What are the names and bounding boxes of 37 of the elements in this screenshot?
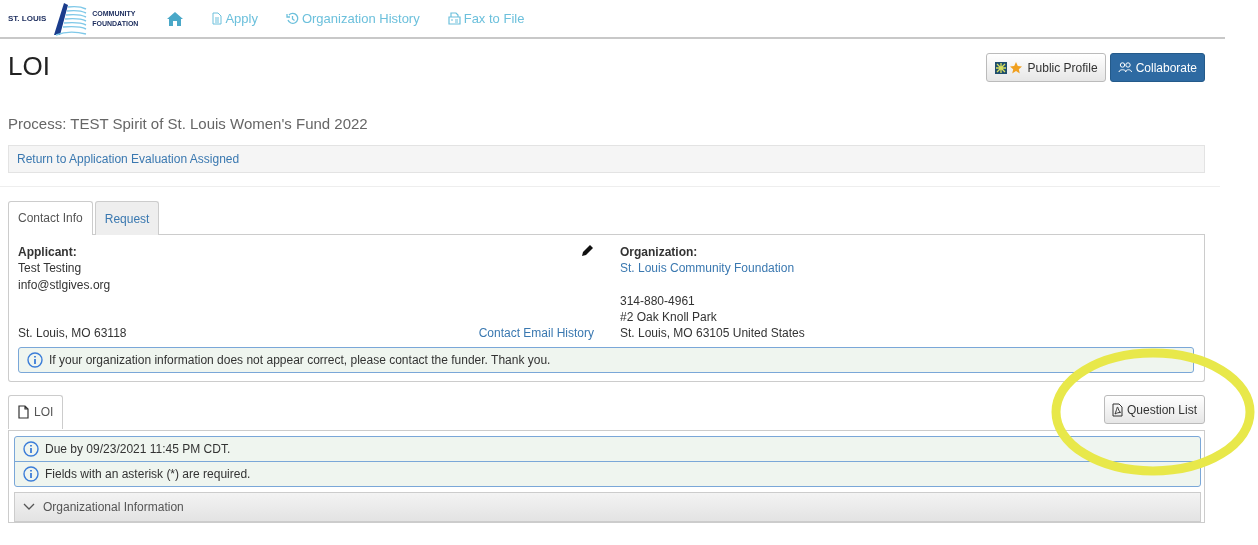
applicant-address: St. Louis, MO 63118 [18, 324, 127, 342]
pencil-icon[interactable] [580, 244, 594, 258]
organization-phone: 314-880-4961 [620, 292, 696, 309]
email-history-link[interactable]: Contact Email History [478, 324, 594, 342]
accordion-header[interactable]: Organizational Information [14, 492, 1201, 523]
field-label: Applicant: [18, 244, 77, 261]
home-icon[interactable] [166, 10, 185, 27]
file-icon [18, 405, 29, 420]
tab[interactable]: Contact Info [8, 201, 93, 235]
applicant-name: Test Testing [18, 260, 82, 277]
chevron-icon [23, 503, 35, 512]
info-icon [23, 466, 39, 483]
fax-icon [447, 12, 461, 25]
process-text: Process: TEST Spirit of St. Louis Women's Fund 2022 [8, 115, 369, 132]
return-link[interactable]: Return to Application Evaluation Assigned [17, 152, 240, 166]
public-profile-button[interactable]: Public Profile [985, 53, 1106, 82]
page-title: LOI [8, 51, 50, 82]
info-icon [27, 352, 43, 369]
document-icon [212, 12, 223, 25]
badge-icon [993, 60, 1024, 75]
notice-text: Due by 09/23/2021 11:45 PM CDT. [45, 442, 231, 457]
field-label: Organization: [620, 244, 699, 261]
organization-address: #2 Oak Knoll Park [620, 308, 718, 326]
logo-text: ST. LOUIS [8, 14, 47, 23]
organization-link[interactable]: St. Louis Community Foundation [620, 260, 805, 277]
question-list-button[interactable]: Question List [1103, 395, 1205, 425]
tab[interactable]: Request [94, 201, 160, 235]
history-icon [285, 12, 299, 25]
notice-text: Fields with an asterisk (*) are required. [45, 467, 251, 482]
people-icon [1117, 62, 1132, 73]
pdf-icon [1111, 403, 1123, 417]
info-icon [23, 441, 39, 458]
tab[interactable]: LOI [8, 395, 64, 430]
collaborate-button[interactable]: Collaborate [1109, 53, 1205, 82]
applicant-email: info@stlgives.org [18, 276, 111, 293]
organization-address: St. Louis, MO 63105 United States [620, 325, 805, 342]
notice-text: If your organization information does not appear correct, please contact the funder. Thank you. [49, 353, 551, 368]
